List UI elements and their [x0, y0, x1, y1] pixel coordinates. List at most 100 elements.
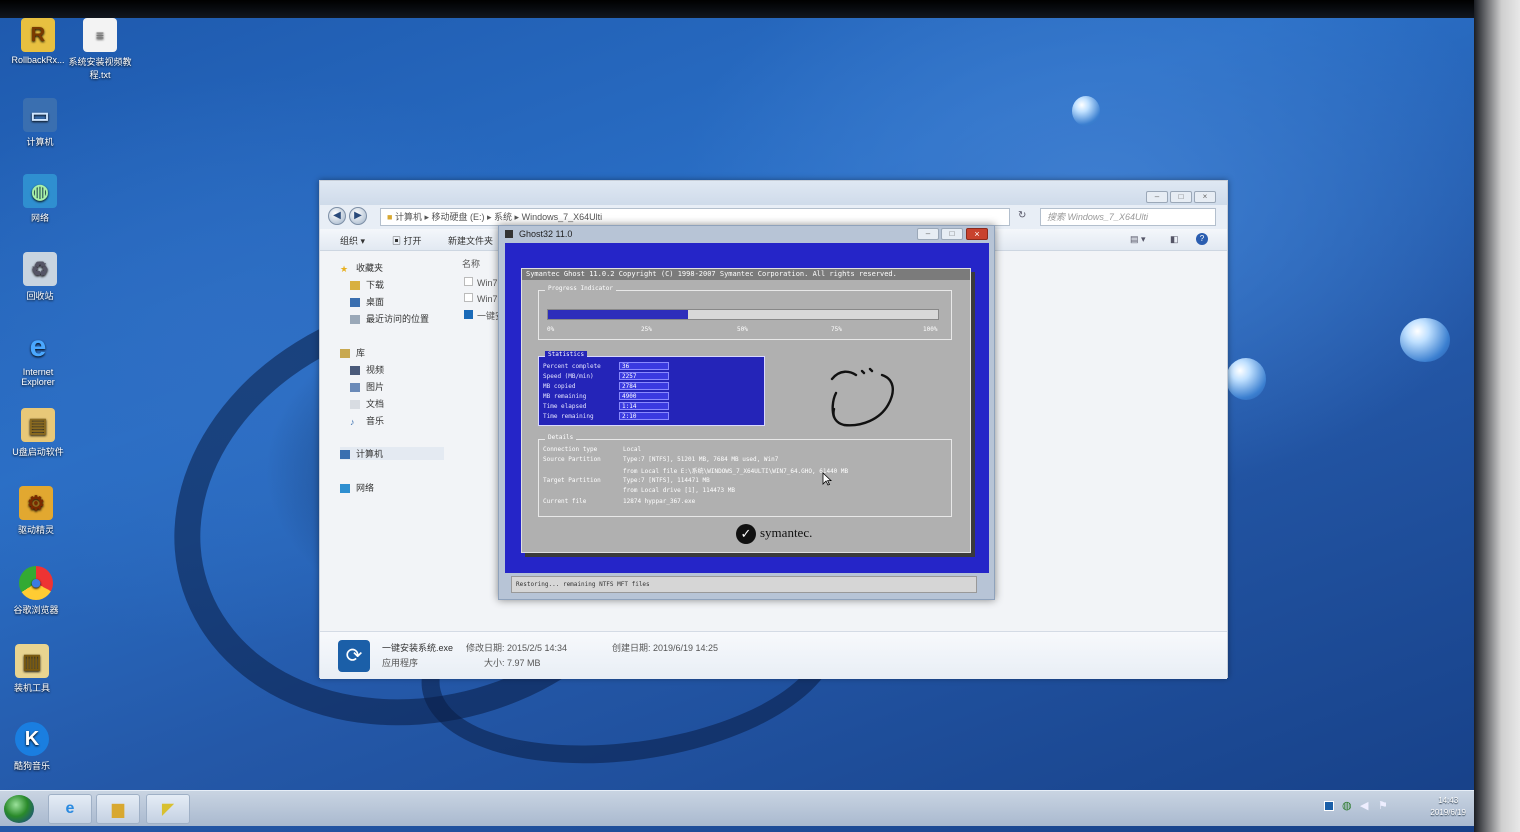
nav-item-videos[interactable]: 视频 [350, 363, 384, 376]
breadcrumb-item[interactable]: 计算机 [395, 212, 422, 222]
file-icon [464, 293, 473, 302]
breadcrumb-item[interactable]: Windows_7_X64Ulti [522, 212, 603, 222]
action-center-icon[interactable]: ⚑ [1378, 799, 1388, 812]
minimize-button[interactable]: – [1146, 191, 1168, 203]
ghost-mascot-icon [830, 367, 894, 427]
statistics-label: Statistics [545, 351, 588, 358]
nav-item-downloads[interactable]: 下载 [350, 278, 384, 291]
nav-item-favorites[interactable]: ★ 收藏夹 [340, 261, 383, 274]
nav-label: 收藏夹 [356, 263, 384, 273]
desktop-icon-driver[interactable]: ⚙ 驱动精灵 [4, 486, 68, 536]
open-label: 打开 [403, 236, 422, 246]
desktop-icon-tools[interactable]: ▥ 装机工具 [0, 644, 64, 694]
list-item[interactable]: Win7 [464, 277, 498, 288]
close-button[interactable]: × [966, 228, 988, 240]
taskbar-explorer[interactable]: ▆ [96, 794, 140, 824]
breadcrumb-item[interactable]: 移动硬盘 (E:) [432, 212, 485, 222]
stat-row: Time remaining 2:10 [543, 412, 763, 421]
progress-label: Progress Indicator [545, 285, 617, 292]
desktop-icon-label: 回收站 [26, 291, 54, 301]
desktop-icon-chrome[interactable]: ● 谷歌浏览器 [4, 566, 68, 616]
new-folder-button[interactable]: 新建文件夹 [448, 234, 493, 247]
network-tray-icon[interactable]: ◍ [1342, 799, 1352, 812]
detail-key: Current file [543, 498, 587, 505]
open-button[interactable]: ▣ 打开 [392, 234, 422, 247]
nav-label: 最近访问的位置 [366, 314, 430, 324]
stat-value: 1:14 [619, 402, 669, 410]
progress-tick: 25% [641, 326, 652, 333]
desktop-icon-label: 网络 [30, 213, 49, 223]
explorer-titlebar[interactable]: – □ × [320, 181, 1227, 205]
navigation-pane: ★ 收藏夹 下载 桌面 最近访问的位置 库 视频 图片 文档 ♪ 音乐 计算机 网络 [320, 251, 448, 631]
refresh-icon[interactable]: ↻ [1018, 210, 1026, 221]
tray-app-icon[interactable] [1324, 801, 1334, 811]
detail-row: Connection type Local [543, 446, 641, 453]
forward-button[interactable]: ▶ [349, 207, 367, 225]
breadcrumb-item[interactable]: 系统 [494, 212, 512, 222]
details-filename: 一键安装系统.exe [382, 643, 454, 653]
start-button[interactable] [4, 795, 34, 823]
detail-key: Target Partition [543, 477, 601, 484]
volume-icon[interactable]: ◀ [1360, 799, 1368, 812]
stat-row: Speed (MB/min) 2257 [543, 372, 763, 381]
driver-icon: ⚙ [19, 486, 53, 520]
desktop-icon-kugou[interactable]: K 酷狗音乐 [0, 722, 64, 772]
column-header-name[interactable]: 名称 [462, 257, 480, 270]
taskbar-ghost[interactable]: ◤ [146, 794, 190, 824]
nav-item-documents[interactable]: 文档 [350, 397, 384, 410]
ghost-app-icon [505, 230, 513, 238]
maximize-button[interactable]: □ [941, 228, 963, 240]
details-type: 应用程序 [382, 658, 419, 668]
progress-tick: 100% [923, 326, 938, 333]
kugou-icon: K [15, 722, 49, 756]
organize-button[interactable]: 组织 ▾ [340, 234, 365, 247]
internet-explorer-icon: e [65, 800, 75, 817]
desktop-icon-internet-explorer[interactable]: e Internet Explorer [6, 330, 70, 387]
progress-tick: 0% [547, 326, 555, 333]
desktop-icon-computer[interactable]: ▭ 计算机 [8, 98, 72, 148]
symantec-logo: ✓ symantec. [736, 524, 812, 544]
stat-key: Percent complete [543, 363, 601, 370]
desktop-icon-label: Internet Explorer [21, 367, 55, 387]
downloads-icon [350, 281, 360, 291]
desktop-icon-recycle-bin[interactable]: ♻ 回收站 [8, 252, 72, 302]
nav-item-music[interactable]: ♪ 音乐 [350, 414, 384, 427]
minimize-button[interactable]: – [917, 228, 939, 240]
detail-key: Connection type [543, 446, 598, 453]
preview-pane-icon[interactable]: ◧ [1170, 234, 1179, 245]
list-item[interactable]: Win7 [464, 293, 498, 304]
file-icon [464, 277, 473, 286]
ghost-window[interactable]: Ghost32 11.0 – □ × Symantec Ghost 11.0.2… [498, 225, 995, 600]
desktop-icon-network[interactable]: ◍ 网络 [8, 174, 72, 224]
rollback-icon: R [21, 18, 55, 52]
nav-item-computer[interactable]: 计算机 [340, 447, 444, 460]
view-options-icon[interactable]: ▤ ▾ [1130, 234, 1146, 245]
nav-item-recent[interactable]: 最近访问的位置 [350, 312, 429, 325]
nav-item-desktop[interactable]: 桌面 [350, 295, 384, 308]
nav-item-network[interactable]: 网络 [340, 481, 374, 494]
maximize-button[interactable]: □ [1170, 191, 1192, 203]
search-input[interactable]: 搜索 Windows_7_X64Ulti [1040, 208, 1216, 226]
nav-item-pictures[interactable]: 图片 [350, 380, 384, 393]
water-drop [1226, 358, 1266, 400]
details-pane: ⟳ 一键安装系统.exe 修改日期: 2015/2/5 14:34 创建日期: … [320, 631, 1227, 679]
monitor-bezel-right [1474, 0, 1520, 832]
help-icon[interactable]: ? [1196, 233, 1208, 245]
taskbar-internet-explorer[interactable]: e [48, 794, 92, 824]
desktop-icon-text-file[interactable]: ≡ 系统安装视频教程.txt [68, 18, 132, 81]
close-button[interactable]: × [1194, 191, 1216, 203]
picture-icon [350, 383, 360, 393]
stat-value: 36 [619, 362, 669, 370]
clock[interactable]: 14:43 2019/6/19 [1430, 795, 1466, 819]
desktop-icon-usb-tool[interactable]: ▤ U盘启动软件 [6, 408, 70, 458]
ghost-icon: ◤ [161, 801, 175, 818]
address-bar[interactable]: ■ 计算机 ▸ 移动硬盘 (E:) ▸ 系统 ▸ Windows_7_X64Ul… [380, 208, 1010, 226]
nav-item-libraries[interactable]: 库 [340, 346, 365, 359]
detail-row: Target Partition Type:7 [NTFS], 114471 MB [543, 477, 710, 484]
desktop-icon-rollback[interactable]: R RollbackRx... [6, 18, 70, 65]
taskbar: e ▆ ◤ ◍ ◀ ⚑ 14:43 2019/6/19 [0, 790, 1480, 826]
back-button[interactable]: ◀ [328, 207, 346, 225]
ghost-titlebar[interactable]: Ghost32 11.0 – □ × [499, 226, 994, 242]
detail-row: from Local file E:\系统\WINDOWS_7_X64ULTI\… [543, 466, 848, 475]
ghost-title: Ghost32 11.0 [519, 229, 573, 239]
